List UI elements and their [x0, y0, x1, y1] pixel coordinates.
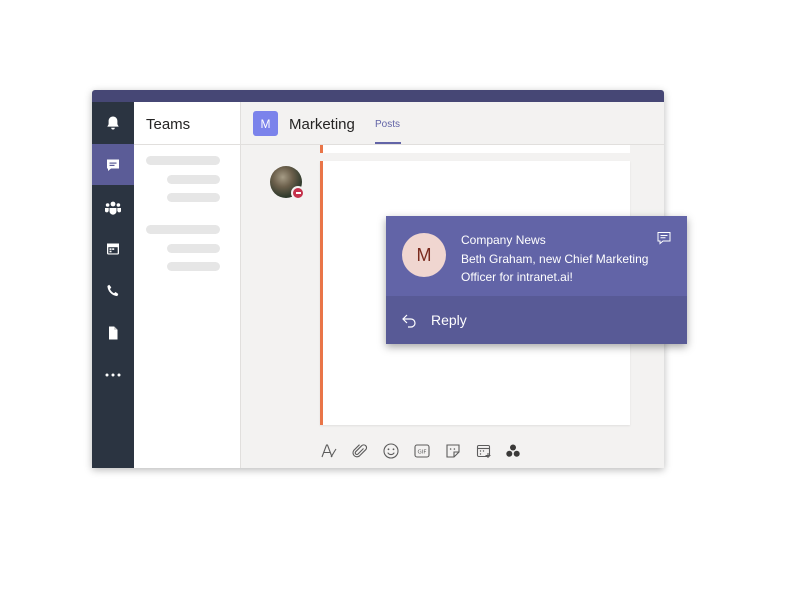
sticker-icon[interactable]: [444, 442, 462, 460]
channel-placeholder: [167, 244, 220, 253]
teams-panel-title: Teams: [146, 116, 191, 133]
teams-panel: Teams: [134, 102, 241, 468]
app-rail: [92, 102, 134, 468]
team-placeholder: [146, 225, 220, 234]
bell-icon: [107, 116, 119, 130]
rail-teams[interactable]: [92, 186, 134, 227]
rail-activity[interactable]: [92, 102, 134, 143]
meeting-icon[interactable]: [475, 442, 493, 460]
channel-name: Marketing: [289, 116, 355, 133]
emoji-icon[interactable]: [382, 442, 400, 460]
teams-panel-header: Teams: [134, 102, 240, 145]
channel-placeholder: [167, 175, 220, 184]
tab-posts-underline: [375, 142, 401, 144]
rail-calendar[interactable]: [92, 228, 134, 269]
notification-toast[interactable]: M Company News Beth Graham, new Chief Ma…: [386, 216, 687, 344]
phone-icon: [107, 284, 119, 296]
notification-avatar: M: [402, 233, 446, 277]
channel-avatar: M: [253, 111, 278, 136]
chat-icon: [107, 159, 119, 171]
presence-busy-icon: [291, 186, 305, 200]
rail-files[interactable]: [92, 312, 134, 353]
teams-icon: [105, 201, 121, 215]
rail-chat[interactable]: [92, 144, 134, 185]
notification-body: Beth Graham, new Chief Marketing Officer…: [461, 252, 649, 284]
calendar-icon: [107, 243, 119, 254]
title-bar: [92, 90, 664, 102]
svg-text:GIF: GIF: [417, 450, 426, 456]
reply-arrow-icon: [402, 314, 416, 328]
rail-more[interactable]: [92, 354, 134, 395]
channel-placeholder: [167, 193, 220, 202]
attach-icon[interactable]: [351, 442, 369, 460]
tab-posts[interactable]: Posts: [375, 119, 400, 130]
team-placeholder: [146, 156, 220, 165]
notification-content[interactable]: M Company News Beth Graham, new Chief Ma…: [386, 216, 687, 296]
more-icon: [105, 373, 121, 376]
apps-icon[interactable]: [504, 442, 522, 460]
gif-icon[interactable]: GIF: [413, 442, 431, 460]
previous-message: [320, 145, 630, 153]
notification-title: Company News: [461, 233, 546, 247]
reply-button[interactable]: Reply: [386, 296, 687, 344]
chat-bubble-icon: [657, 232, 671, 245]
rail-calls[interactable]: [92, 270, 134, 311]
file-icon: [109, 326, 118, 339]
channel-header: M Marketing Posts: [241, 102, 664, 145]
format-icon[interactable]: [320, 442, 338, 460]
channel-placeholder: [167, 262, 220, 271]
reply-label: Reply: [431, 312, 467, 328]
